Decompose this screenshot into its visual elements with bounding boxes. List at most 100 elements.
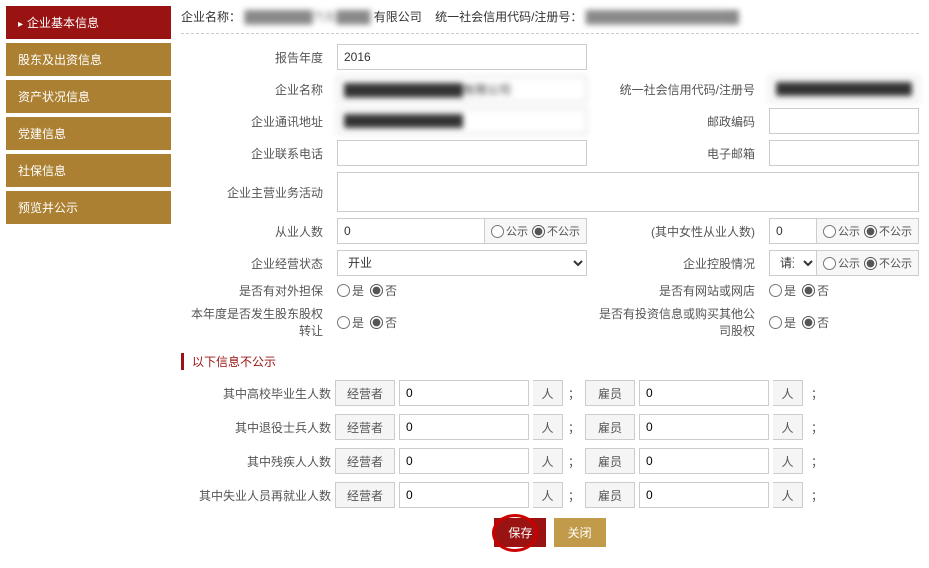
sidebar-item-assets[interactable]: 资产状况信息 [6, 80, 171, 113]
operator-label: 经营者 [335, 482, 395, 508]
operator-input[interactable] [399, 448, 529, 474]
sidebar-item-preview[interactable]: 预览并公示 [6, 191, 171, 224]
code-label: 统一社会信用代码/注册号 [593, 81, 763, 98]
unit-label: 人 [773, 414, 803, 440]
operator-label: 经营者 [335, 380, 395, 406]
transfer-label: 本年度是否发生股东股权转让 [181, 305, 331, 339]
emp-female-input[interactable] [769, 218, 817, 244]
year-label: 报告年度 [181, 49, 331, 66]
emp-female-pub-radio: 公示 不公示 [817, 218, 919, 244]
transfer-yes[interactable] [337, 316, 350, 329]
operator-label: 经营者 [335, 414, 395, 440]
header-code-label: 统一社会信用代码/注册号： [435, 10, 582, 24]
name-label: 企业名称 [181, 81, 331, 98]
separator: ； [807, 487, 827, 504]
save-button[interactable]: 保存 [494, 518, 546, 547]
employee-label: 雇员 [585, 448, 635, 474]
operator-input[interactable] [399, 414, 529, 440]
unit-label: 人 [773, 482, 803, 508]
header-name-value-blur: ████████汽车████ [244, 10, 370, 24]
unit-label: 人 [773, 380, 803, 406]
private-row: 其中残疾人人数经营者人；雇员人； [181, 448, 919, 474]
addr-input[interactable] [337, 108, 587, 134]
emp-female-radio-nopub[interactable] [864, 225, 877, 238]
year-input[interactable] [337, 44, 587, 70]
employee-label: 雇员 [585, 482, 635, 508]
zip-label: 邮政编码 [593, 113, 763, 130]
guarantee-no[interactable] [370, 284, 383, 297]
main-content: 企业名称： ████████汽车████ 有限公司 统一社会信用代码/注册号： … [171, 0, 929, 567]
unit-label: 人 [533, 380, 563, 406]
sidebar-item-shareholder[interactable]: 股东及出资信息 [6, 43, 171, 76]
biz-label: 企业主营业务活动 [181, 184, 331, 201]
separator: ； [567, 453, 581, 470]
employee-label: 雇员 [585, 380, 635, 406]
separator: ； [807, 385, 827, 402]
phone-label: 企业联系电话 [181, 145, 331, 162]
sidebar-item-basic[interactable]: 企业基本信息 [6, 6, 171, 39]
separator: ； [567, 385, 581, 402]
unit-label: 人 [533, 448, 563, 474]
private-row: 其中退役士兵人数经营者人；雇员人； [181, 414, 919, 440]
website-label: 是否有网站或网店 [593, 282, 763, 299]
guarantee-label: 是否有对外担保 [181, 282, 331, 299]
addr-label: 企业通讯地址 [181, 113, 331, 130]
emp-female-radio-pub[interactable] [823, 225, 836, 238]
name-input[interactable] [337, 76, 587, 102]
unit-label: 人 [533, 414, 563, 440]
priv-row-label: 其中残疾人人数 [181, 453, 331, 470]
transfer-no[interactable] [370, 316, 383, 329]
holding-radio-nopub[interactable] [864, 257, 877, 270]
invest-yes[interactable] [769, 316, 782, 329]
email-label: 电子邮箱 [593, 145, 763, 162]
holding-label: 企业控股情况 [593, 255, 763, 272]
employee-input[interactable] [639, 380, 769, 406]
unit-label: 人 [533, 482, 563, 508]
emp-pub-radio-nopub[interactable] [532, 225, 545, 238]
website-no[interactable] [802, 284, 815, 297]
code-input[interactable] [769, 76, 919, 102]
website-yes[interactable] [769, 284, 782, 297]
status-select[interactable]: 开业 [337, 250, 587, 276]
header-name-value-suffix: 有限公司 [374, 10, 422, 24]
header-name-label: 企业名称： [181, 10, 241, 24]
emp-label: 从业人数 [181, 223, 331, 240]
separator: ； [807, 453, 827, 470]
separator: ； [807, 419, 827, 436]
emp-pub-radio: 公示 不公示 [485, 218, 587, 244]
close-button[interactable]: 关闭 [554, 518, 606, 547]
header-code-value: ██████████████████ [586, 10, 739, 24]
guarantee-yes[interactable] [337, 284, 350, 297]
employee-input[interactable] [639, 448, 769, 474]
private-row: 其中失业人员再就业人数经营者人；雇员人； [181, 482, 919, 508]
separator: ； [567, 487, 581, 504]
operator-input[interactable] [399, 380, 529, 406]
priv-row-label: 其中失业人员再就业人数 [181, 487, 331, 504]
emp-female-label: (其中女性从业人数) [593, 223, 763, 240]
zip-input[interactable] [769, 108, 919, 134]
separator: ； [567, 419, 581, 436]
unit-label: 人 [773, 448, 803, 474]
employee-label: 雇员 [585, 414, 635, 440]
sidebar: 企业基本信息 股东及出资信息 资产状况信息 党建信息 社保信息 预览并公示 [0, 0, 171, 567]
invest-label: 是否有投资信息或购买其他公司股权 [593, 305, 763, 339]
invest-no[interactable] [802, 316, 815, 329]
operator-input[interactable] [399, 482, 529, 508]
sidebar-item-party[interactable]: 党建信息 [6, 117, 171, 150]
employee-input[interactable] [639, 414, 769, 440]
priv-row-label: 其中高校毕业生人数 [181, 385, 331, 402]
holding-radio-pub[interactable] [823, 257, 836, 270]
priv-row-label: 其中退役士兵人数 [181, 419, 331, 436]
holding-select[interactable]: 请选择 [769, 250, 817, 276]
private-section-title: 以下信息不公示 [181, 353, 919, 370]
phone-input[interactable] [337, 140, 587, 166]
biz-input[interactable] [337, 172, 919, 212]
button-row: 保存 关闭 [181, 518, 919, 547]
employee-input[interactable] [639, 482, 769, 508]
email-input[interactable] [769, 140, 919, 166]
sidebar-item-social[interactable]: 社保信息 [6, 154, 171, 187]
emp-pub-radio-pub[interactable] [491, 225, 504, 238]
enterprise-header: 企业名称： ████████汽车████ 有限公司 统一社会信用代码/注册号： … [181, 8, 919, 34]
status-label: 企业经营状态 [181, 255, 331, 272]
emp-input[interactable] [337, 218, 485, 244]
